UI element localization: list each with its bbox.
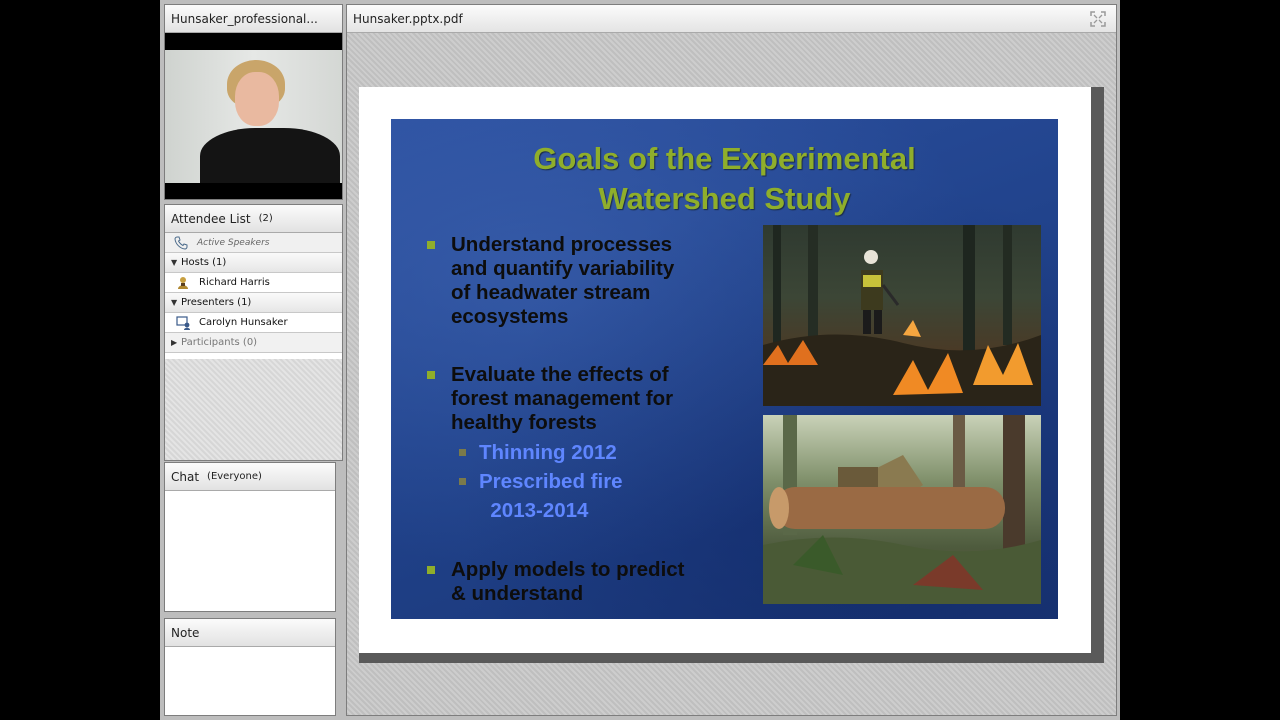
host-user-icon	[175, 276, 191, 290]
phone-icon	[173, 236, 189, 250]
chat-messages-area[interactable]	[165, 491, 335, 611]
document-page: Goals of the Experimental Watershed Stud…	[359, 87, 1091, 653]
presenter-name: Carolyn Hunsaker	[199, 317, 288, 328]
share-pod-header: Hunsaker.pptx.pdf	[347, 5, 1116, 33]
prescribed-fire-photo	[763, 225, 1041, 406]
presenter-list-item[interactable]: Carolyn Hunsaker	[165, 313, 342, 333]
sub-bullet-square-icon	[459, 449, 466, 456]
note-pod: Note	[164, 618, 336, 716]
share-pod-title: Hunsaker.pptx.pdf	[353, 11, 463, 26]
host-list-item[interactable]: Richard Harris	[165, 273, 342, 293]
note-header[interactable]: Note	[165, 619, 335, 647]
attendee-list-pod: Attendee List (2) Active Speakers ▼ Host…	[164, 204, 343, 461]
chat-title: Chat	[171, 469, 200, 484]
active-speakers-row: Active Speakers	[165, 233, 342, 253]
fullscreen-icon[interactable]	[1090, 11, 1106, 27]
attendee-list-title: Attendee List	[171, 211, 251, 226]
camera-pod-title: Hunsaker_professional...	[171, 11, 318, 26]
chevron-down-icon: ▼	[171, 298, 178, 307]
chevron-right-icon: ▶	[171, 338, 178, 347]
active-speakers-label: Active Speakers	[197, 237, 270, 248]
note-title: Note	[171, 625, 200, 640]
presenters-label: Presenters (1)	[181, 297, 252, 308]
hosts-section-toggle[interactable]: ▼ Hosts (1)	[165, 253, 342, 273]
bullet-square-icon	[427, 566, 435, 574]
bullet-1-text: Understand processes and quantify variab…	[451, 233, 675, 328]
camera-pod: Hunsaker_professional...	[164, 4, 343, 200]
hosts-label: Hosts (1)	[181, 257, 227, 268]
document-viewer: Goals of the Experimental Watershed Stud…	[347, 33, 1116, 715]
camera-pod-header[interactable]: Hunsaker_professional...	[165, 5, 342, 33]
chevron-down-icon: ▼	[171, 258, 178, 267]
share-pod: Hunsaker.pptx.pdf Goals of the Experimen…	[346, 4, 1117, 716]
sub-bullet-square-icon	[459, 478, 466, 485]
presenter-face	[235, 72, 279, 126]
presenter-video	[165, 50, 342, 183]
participants-section-toggle[interactable]: ▶ Participants (0)	[165, 333, 342, 353]
video-feed	[165, 33, 342, 199]
slide-title-line2: Watershed Study	[598, 181, 851, 216]
presenters-section-toggle[interactable]: ▼ Presenters (1)	[165, 293, 342, 313]
host-name: Richard Harris	[199, 277, 270, 288]
bullet-square-icon	[427, 241, 435, 249]
participants-label: Participants (0)	[181, 337, 258, 348]
attendee-list-header[interactable]: Attendee List (2)	[165, 205, 342, 233]
sub-bullet-1-text: Thinning 2012	[479, 441, 617, 464]
slide: Goals of the Experimental Watershed Stud…	[391, 119, 1058, 619]
chat-scope: (Everyone)	[207, 471, 262, 482]
slide-title: Goals of the Experimental Watershed Stud…	[391, 139, 1058, 219]
bullet-3-text: Apply models to predict & understand	[451, 558, 685, 605]
presenter-screen-icon	[175, 315, 191, 330]
presenter-figure	[200, 128, 340, 183]
bullet-square-icon	[427, 371, 435, 379]
chat-pod: Chat (Everyone)	[164, 462, 336, 612]
chat-header[interactable]: Chat (Everyone)	[165, 463, 335, 491]
attendee-list-empty-area	[165, 359, 342, 460]
attendee-count: (2)	[258, 213, 273, 224]
thinning-log-photo	[763, 415, 1041, 604]
meeting-app: Hunsaker_professional... Attendee List (…	[160, 0, 1120, 720]
note-content-area[interactable]	[165, 647, 335, 715]
sub-bullet-2-text: Prescribed fire 2013-2014	[479, 470, 623, 522]
bullet-2-text: Evaluate the effects of forest managemen…	[451, 363, 674, 434]
slide-title-line1: Goals of the Experimental	[533, 141, 916, 176]
